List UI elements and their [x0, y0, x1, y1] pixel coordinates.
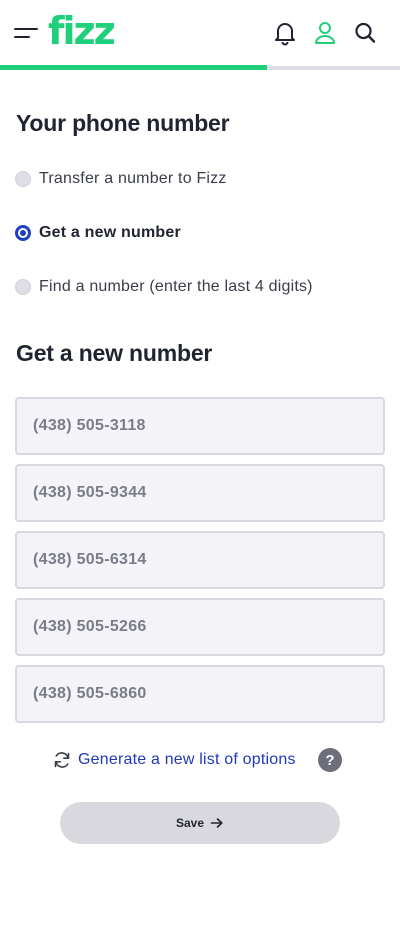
search-icon[interactable]: [351, 19, 379, 47]
radio-button[interactable]: [15, 171, 31, 187]
header: fizz: [0, 0, 400, 70]
number-option[interactable]: (438) 505-3118: [15, 397, 385, 455]
radio-button[interactable]: [15, 279, 31, 295]
progress-bar: [0, 65, 267, 70]
radio-button-selected[interactable]: [15, 225, 31, 241]
new-number-section-title: Get a new number: [16, 340, 213, 366]
radio-label: Transfer a number to Fizz: [39, 170, 227, 187]
bell-icon[interactable]: [271, 19, 299, 47]
help-icon[interactable]: ?: [318, 748, 342, 772]
number-option-value: (438) 505-6314: [33, 551, 147, 568]
radio-label: Find a number (enter the last 4 digits): [39, 278, 313, 295]
number-option[interactable]: (438) 505-9344: [15, 464, 385, 522]
number-option[interactable]: (438) 505-6860: [15, 665, 385, 723]
radio-label: Get a new number: [39, 224, 181, 241]
arrow-right-icon: [210, 818, 223, 828]
number-option-value: (438) 505-5266: [33, 618, 147, 635]
number-option-value: (438) 505-6860: [33, 685, 147, 702]
save-button-label: Save: [175, 816, 205, 830]
number-option[interactable]: (438) 505-5266: [15, 598, 385, 656]
radio-get-new-number[interactable]: Get a new number: [15, 219, 181, 247]
fizz-logo[interactable]: fizz: [48, 10, 120, 50]
radio-find-number[interactable]: Find a number (enter the last 4 digits): [15, 273, 313, 301]
user-icon[interactable]: [311, 19, 339, 47]
radio-transfer-number[interactable]: Transfer a number to Fizz: [15, 165, 227, 193]
refresh-icon[interactable]: [52, 750, 72, 770]
menu-icon[interactable]: [14, 25, 40, 41]
generate-options-link[interactable]: Generate a new list of options: [78, 751, 296, 769]
number-option-value: (438) 505-9344: [33, 484, 147, 501]
number-option[interactable]: (438) 505-6314: [15, 531, 385, 589]
number-option-value: (438) 505-3118: [33, 417, 146, 434]
phone-section-title: Your phone number: [16, 110, 230, 136]
svg-text:fizz: fizz: [48, 10, 115, 50]
save-button[interactable]: Save: [60, 802, 340, 844]
generate-options-row: Generate a new list of options: [52, 746, 296, 774]
